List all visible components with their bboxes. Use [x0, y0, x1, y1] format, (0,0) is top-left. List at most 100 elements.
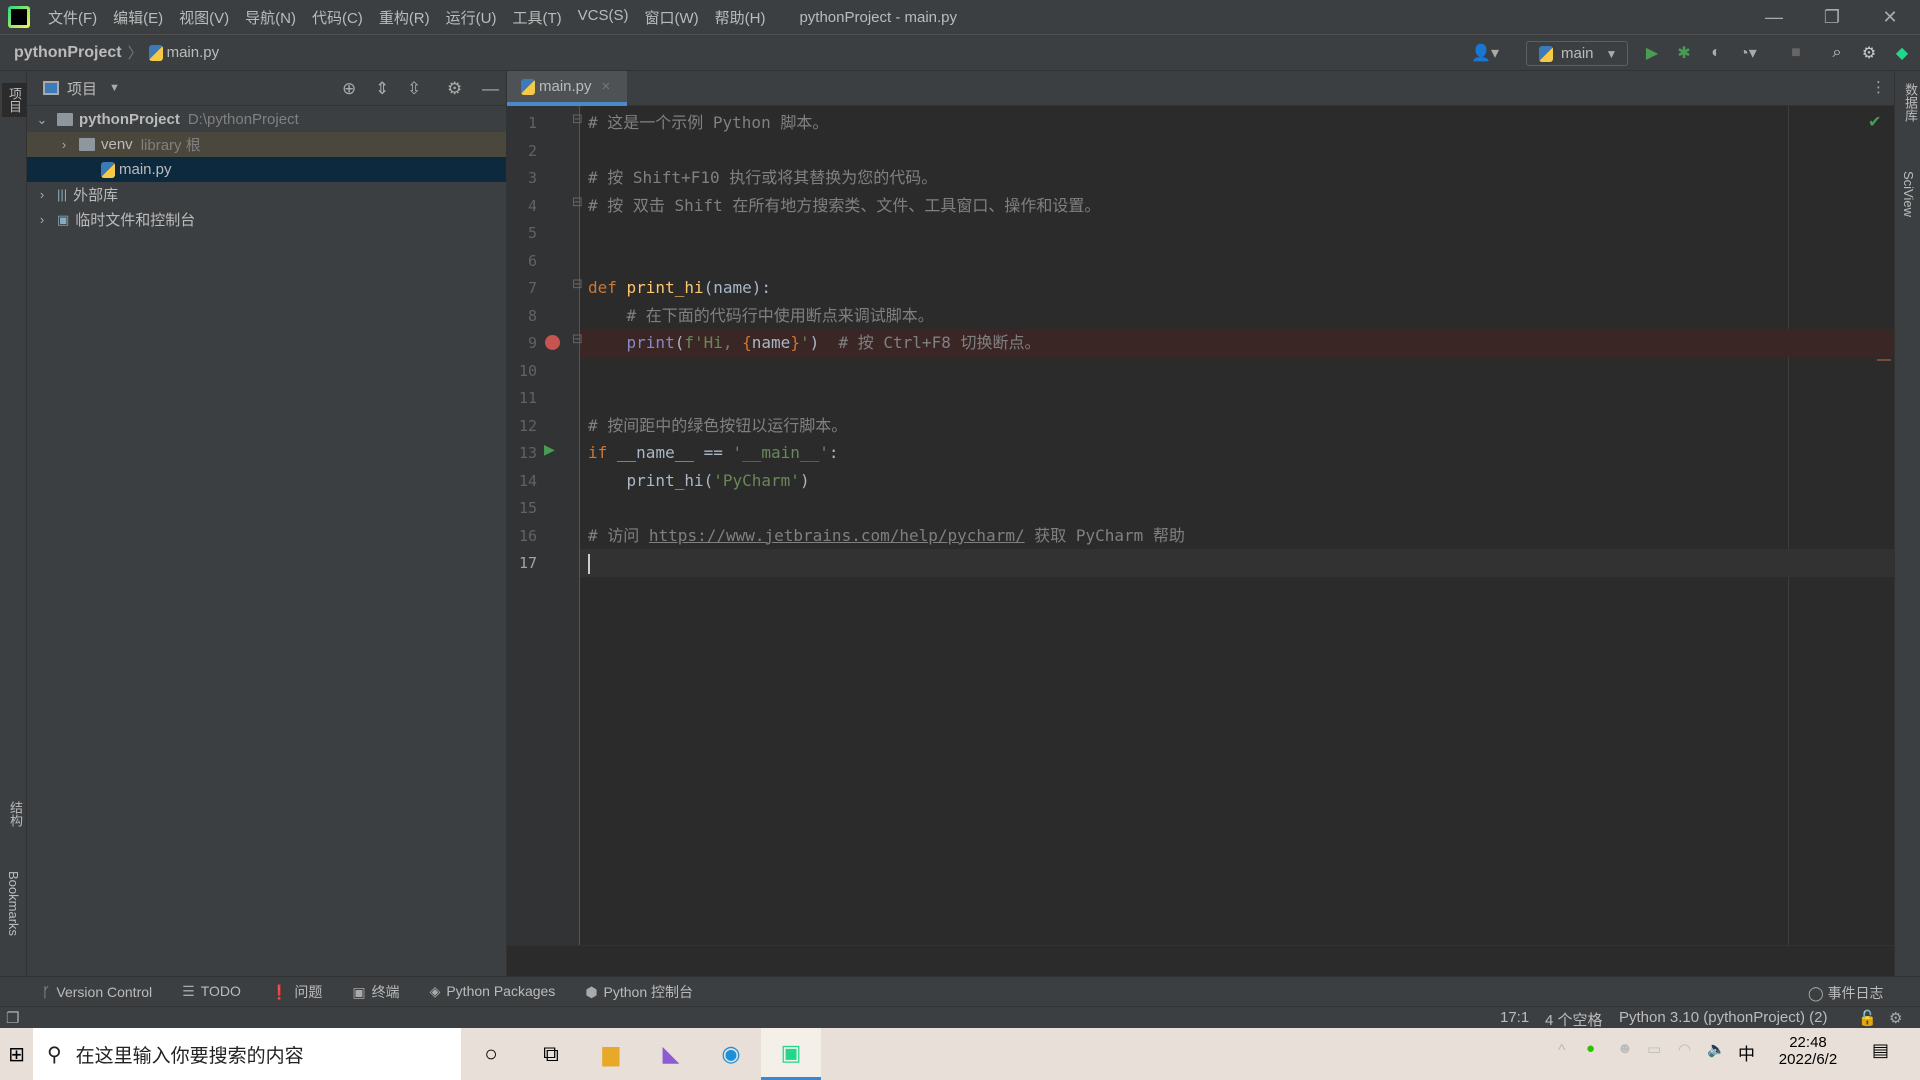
- menu-item[interactable]: 重构(R): [371, 7, 438, 28]
- battery-icon[interactable]: ▭: [1647, 1040, 1661, 1058]
- tab-main-py[interactable]: main.py ×: [507, 71, 627, 106]
- tray-overflow-icon[interactable]: ^: [1558, 1042, 1566, 1060]
- tool-window-problems[interactable]: ❗ 问题: [271, 982, 322, 1002]
- settings-gear-icon[interactable]: ⚙: [447, 79, 462, 99]
- fold-marker-icon[interactable]: ⊟: [572, 111, 583, 127]
- file-explorer-icon[interactable]: ▆: [581, 1028, 641, 1080]
- close-tab-icon[interactable]: ×: [602, 78, 611, 95]
- code-line[interactable]: if __name__ == '__main__':: [588, 439, 838, 466]
- coverage-icon[interactable]: ◐: [1706, 43, 1726, 63]
- locate-file-icon[interactable]: ⊕: [342, 79, 356, 99]
- tool-window-branch[interactable]: ᚴ Version Control: [42, 984, 152, 1000]
- inspection-ok-icon[interactable]: ✔: [1868, 112, 1881, 132]
- code-line[interactable]: [588, 549, 590, 576]
- run-config-select[interactable]: main ▼: [1526, 41, 1628, 66]
- breadcrumb-file[interactable]: main.py: [167, 44, 220, 61]
- code-line[interactable]: # 按间距中的绿色按钮以运行脚本。: [588, 412, 847, 439]
- code-line[interactable]: # 按 双击 Shift 在所有地方搜索类、文件、工具窗口、操作和设置。: [588, 192, 1100, 219]
- task-view-icon[interactable]: ⧉: [521, 1028, 581, 1080]
- event-log-button[interactable]: ◯ 事件日志: [1808, 983, 1884, 1003]
- menu-item[interactable]: 工具(T): [504, 7, 569, 28]
- tree-item[interactable]: › ▣ 临时文件和控制台: [27, 207, 506, 232]
- code-line[interactable]: # 在下面的代码行中使用断点来调试脚本。: [588, 302, 934, 329]
- error-stripe-marker[interactable]: [1877, 359, 1891, 361]
- menu-item[interactable]: 窗口(W): [636, 7, 706, 28]
- debug-icon[interactable]: ✱: [1674, 43, 1694, 63]
- pycharm-taskbar-icon[interactable]: ▣: [761, 1028, 821, 1080]
- cortana-icon[interactable]: ○: [461, 1028, 521, 1080]
- toggle-tool-windows-icon[interactable]: ❐: [6, 1009, 19, 1027]
- expand-all-icon[interactable]: ⇕: [375, 79, 389, 99]
- hide-panel-icon[interactable]: —: [482, 79, 499, 99]
- tool-window-terminal[interactable]: ▣ 终端: [352, 982, 399, 1002]
- horizontal-scroll-area[interactable]: [507, 945, 1894, 976]
- notification-center-icon[interactable]: ▤: [1872, 1040, 1889, 1061]
- caret-position[interactable]: 17:1: [1500, 1009, 1529, 1026]
- menu-item[interactable]: 文件(F): [40, 7, 105, 28]
- chevron-right-icon[interactable]: ›: [57, 137, 71, 152]
- edge-browser-icon[interactable]: ◉: [701, 1028, 761, 1080]
- profile-icon[interactable]: ◔▾: [1738, 43, 1758, 63]
- search-icon[interactable]: ⌕: [1827, 43, 1847, 63]
- menu-item[interactable]: 帮助(H): [707, 7, 774, 28]
- fold-marker-icon[interactable]: ⊟: [572, 331, 583, 347]
- bookmarks-tool-button[interactable]: Bookmarks: [6, 871, 21, 936]
- menu-item[interactable]: 代码(C): [304, 7, 371, 28]
- code-line[interactable]: print_hi('PyCharm'): [588, 467, 810, 494]
- menu-item[interactable]: 运行(U): [438, 7, 505, 28]
- wechat-icon[interactable]: ●: [1586, 1040, 1595, 1057]
- tree-item[interactable]: ⌄ pythonProject D:\pythonProject: [27, 107, 506, 132]
- restore-button[interactable]: ❐: [1803, 0, 1861, 35]
- tool-window-packages[interactable]: ◈ Python Packages: [430, 983, 556, 1000]
- menu-item[interactable]: 视图(V): [171, 7, 237, 28]
- structure-tool-button[interactable]: 结构: [6, 801, 25, 827]
- code-line[interactable]: # 按 Shift+F10 执行或将其替换为您的代码。: [588, 164, 937, 191]
- breadcrumb-project[interactable]: pythonProject: [14, 44, 122, 62]
- chevron-down-icon[interactable]: ⌄: [35, 112, 49, 128]
- project-tool-button[interactable]: 项目: [2, 83, 27, 117]
- tool-window-python-console[interactable]: ⬢ Python 控制台: [585, 982, 693, 1002]
- menu-item[interactable]: 导航(N): [237, 7, 304, 28]
- wifi-icon[interactable]: ◠: [1678, 1040, 1691, 1058]
- code-line[interactable]: # 这是一个示例 Python 脚本。: [588, 109, 828, 136]
- chevron-right-icon[interactable]: ›: [35, 212, 49, 227]
- taskbar-search-input[interactable]: ⚲ 在这里输入你要搜索的内容: [33, 1028, 461, 1080]
- volume-icon[interactable]: 🔈: [1707, 1040, 1726, 1058]
- database-tool-button[interactable]: 数据库: [1901, 83, 1920, 122]
- qq-icon[interactable]: ☻: [1617, 1040, 1633, 1057]
- close-button[interactable]: ✕: [1861, 0, 1919, 35]
- menu-item[interactable]: 编辑(E): [105, 7, 171, 28]
- project-panel-title[interactable]: 项目: [67, 78, 97, 99]
- collapse-all-icon[interactable]: ⇳: [407, 79, 421, 99]
- code-line[interactable]: def print_hi(name):: [588, 274, 771, 301]
- visual-studio-icon[interactable]: ◣: [641, 1028, 701, 1080]
- run-icon[interactable]: ▶: [1642, 43, 1662, 63]
- run-gutter-icon[interactable]: ▶: [544, 441, 555, 458]
- clock[interactable]: 22:48 2022/6/2: [1773, 1034, 1843, 1068]
- fold-marker-icon[interactable]: ⊟: [572, 276, 583, 292]
- sciview-tool-button[interactable]: SciView: [1901, 171, 1916, 217]
- lock-icon[interactable]: 🔓: [1858, 1009, 1877, 1027]
- help-settings-icon[interactable]: ⚙: [1889, 1009, 1902, 1027]
- fold-marker-icon[interactable]: ⊟: [572, 194, 583, 210]
- breakpoint-icon[interactable]: [545, 335, 560, 350]
- interpreter-selector[interactable]: Python 3.10 (pythonProject) (2): [1619, 1009, 1827, 1026]
- vcs-user-icon[interactable]: 👤▾: [1470, 43, 1500, 63]
- chevron-right-icon[interactable]: ›: [35, 187, 49, 202]
- stop-icon[interactable]: ■: [1786, 43, 1806, 63]
- more-options-icon[interactable]: ⋮: [1871, 78, 1886, 96]
- chevron-down-icon[interactable]: ▼: [109, 82, 120, 94]
- tree-item[interactable]: main.py: [27, 157, 506, 182]
- tree-item[interactable]: › venv library 根: [27, 132, 506, 157]
- tree-item[interactable]: › ||| 外部库: [27, 182, 506, 207]
- tool-window-todo-list[interactable]: ☰ TODO: [182, 983, 241, 1000]
- code-line[interactable]: print(f'Hi, {name}') # 按 Ctrl+F8 切换断点。: [588, 329, 1041, 356]
- menu-item[interactable]: VCS(S): [570, 7, 637, 28]
- code-link[interactable]: https://www.jetbrains.com/help/pycharm/: [649, 526, 1025, 545]
- code-line[interactable]: # 访问 https://www.jetbrains.com/help/pych…: [588, 522, 1185, 549]
- windows-start-icon[interactable]: ⊞: [0, 1028, 33, 1080]
- jetbrains-toolbox-icon[interactable]: ◆: [1892, 43, 1912, 63]
- ime-indicator[interactable]: 中: [1738, 1040, 1755, 1065]
- settings-gear-icon[interactable]: ⚙: [1859, 43, 1879, 63]
- indent-setting[interactable]: 4 个空格: [1545, 1009, 1603, 1030]
